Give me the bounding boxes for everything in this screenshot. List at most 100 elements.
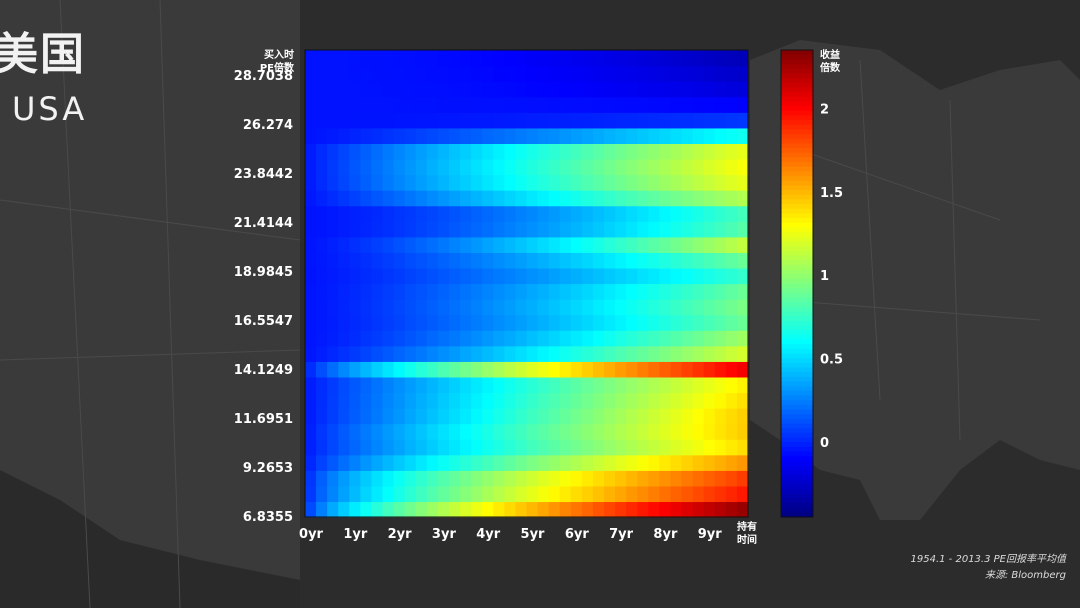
heatmap-cell	[681, 501, 694, 518]
heatmap-cell	[714, 299, 727, 316]
heatmap-cell	[316, 190, 328, 207]
heatmap-cell	[493, 408, 505, 425]
heatmap-cell	[437, 65, 450, 82]
heatmap-cells	[305, 50, 749, 518]
y-axis-ticks: 28.703826.27423.844221.414418.984516.554…	[234, 69, 293, 525]
heatmap-cell	[360, 376, 373, 394]
heatmap-cell	[305, 439, 317, 456]
heatmap-cell	[604, 299, 616, 316]
heatmap-cell	[592, 408, 605, 425]
heatmap-cell	[448, 501, 461, 518]
heatmap-cell	[305, 408, 317, 425]
heatmap-cell	[626, 81, 638, 98]
colorbar-segment	[781, 409, 813, 415]
heatmap-cell	[460, 174, 472, 191]
heatmap-cell	[382, 361, 395, 378]
heatmap-cell	[570, 345, 583, 362]
heatmap-cell	[393, 470, 406, 487]
heatmap-cell	[615, 485, 627, 503]
y-tick-label: 6.8355	[243, 510, 293, 525]
heatmap-cell	[371, 439, 384, 456]
heatmap-cell	[493, 470, 505, 487]
heatmap-cell	[404, 439, 417, 456]
heatmap-cell	[670, 81, 683, 98]
heatmap-cell	[703, 236, 716, 253]
heatmap-cell	[338, 205, 350, 222]
heatmap-cell	[559, 81, 572, 98]
heatmap-cell	[581, 236, 594, 253]
heatmap-cell	[559, 65, 572, 82]
heatmap-cell	[437, 408, 450, 425]
heatmap-cell	[703, 314, 716, 331]
heatmap-cell	[736, 127, 749, 144]
heatmap-cell	[327, 283, 339, 300]
heatmap-cell	[703, 439, 716, 456]
heatmap-cell	[415, 65, 428, 82]
heatmap-cell	[437, 96, 450, 113]
heatmap-cell	[681, 190, 694, 207]
heatmap-cell	[471, 143, 483, 160]
heatmap-cell	[670, 501, 683, 518]
colorbar-title-line1: 收益	[820, 48, 840, 61]
colorbar-tick-label: 0	[820, 436, 829, 451]
heatmap-cell	[592, 112, 605, 129]
heatmap-cell	[714, 205, 727, 222]
heatmap-cell	[714, 190, 727, 207]
heatmap-cell	[681, 96, 694, 113]
heatmap-cell	[415, 423, 428, 440]
heatmap-cell	[537, 205, 550, 222]
heatmap-cell	[349, 143, 361, 160]
heatmap-cell	[548, 361, 561, 378]
heatmap-cell	[482, 158, 494, 176]
heatmap-cell	[692, 81, 705, 98]
heatmap-cell	[670, 299, 683, 316]
heatmap-cell	[327, 174, 339, 191]
heatmap-cell	[526, 470, 539, 487]
heatmap-cell	[448, 96, 461, 113]
colorbar-segment	[781, 190, 813, 196]
heatmap-cell	[570, 174, 583, 191]
heatmap-cell	[736, 65, 749, 82]
heatmap-cell	[681, 143, 694, 160]
heatmap-cell	[725, 158, 738, 176]
heatmap-cell	[493, 252, 505, 269]
heatmap-cell	[327, 470, 339, 487]
heatmap-cell	[360, 267, 373, 285]
heatmap-cell	[637, 345, 649, 362]
heatmap-cell	[570, 299, 583, 316]
heatmap-cell	[482, 112, 494, 129]
heatmap-cell	[371, 143, 384, 160]
heatmap-cell	[692, 267, 705, 285]
heatmap-cell	[681, 283, 694, 300]
heatmap-cell	[382, 81, 395, 98]
heatmap-cell	[637, 267, 649, 285]
heatmap-cell	[570, 314, 583, 331]
heatmap-cell	[482, 252, 494, 269]
heatmap-cell	[327, 361, 339, 378]
heatmap-cell	[648, 190, 660, 207]
heatmap-cell	[382, 236, 395, 253]
heatmap-cell	[493, 361, 505, 378]
heatmap-cell	[581, 361, 594, 378]
heatmap-cell	[338, 81, 350, 98]
heatmap-cell	[681, 314, 694, 331]
heatmap-cell	[559, 190, 572, 207]
heatmap-cell	[393, 174, 406, 191]
colorbar-segment	[781, 115, 813, 121]
heatmap-cell	[637, 299, 649, 316]
heatmap-cell	[327, 454, 339, 471]
heatmap-cell	[703, 485, 716, 503]
heatmap-cell	[548, 267, 561, 285]
heatmap-cell	[393, 252, 406, 269]
heatmap-cell	[460, 81, 472, 98]
heatmap-cell	[437, 190, 450, 207]
heatmap-cell	[604, 143, 616, 160]
heatmap-cell	[338, 267, 350, 285]
heatmap-cell	[493, 112, 505, 129]
heatmap-cell	[725, 501, 738, 518]
heatmap-cell	[515, 423, 528, 440]
heatmap-cell	[526, 283, 539, 300]
heatmap-cell	[482, 330, 494, 347]
heatmap-cell	[637, 314, 649, 331]
heatmap-cell	[382, 267, 395, 285]
